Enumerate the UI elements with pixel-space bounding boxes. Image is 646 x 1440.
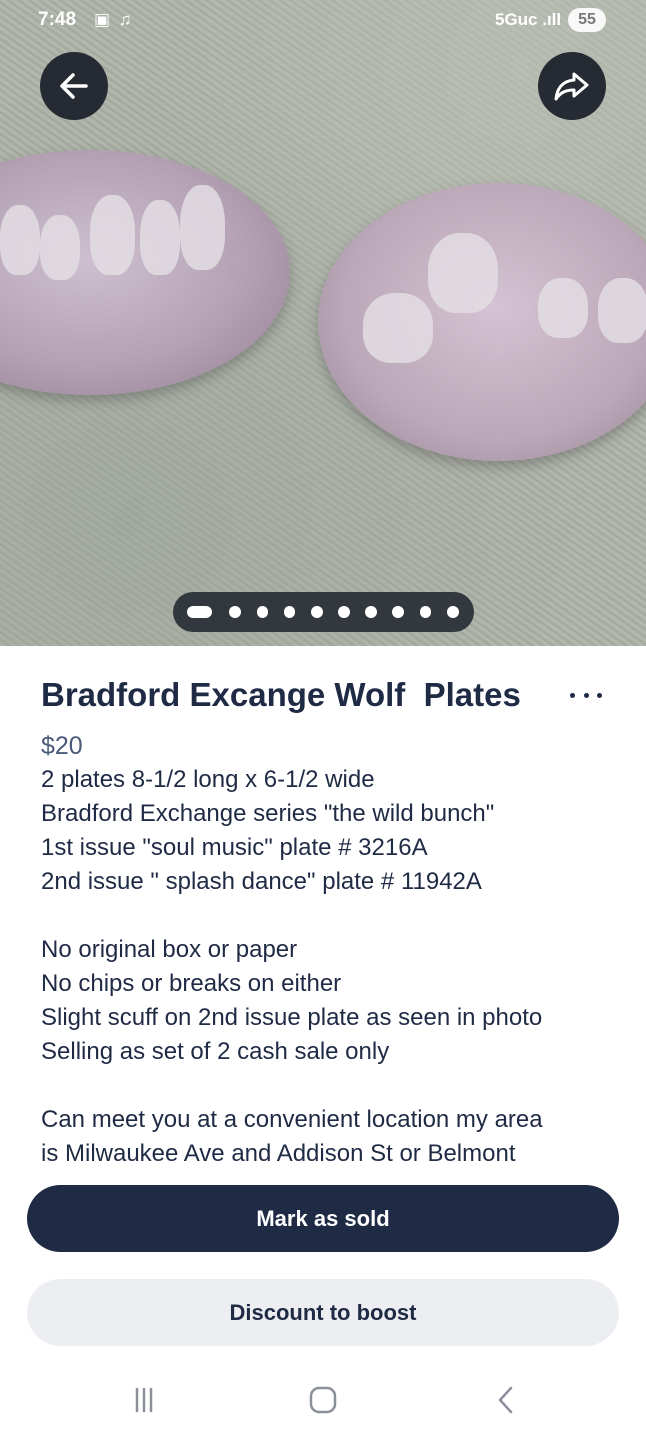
status-bar: 7:48 ▣ ♫ 5Guc .ıll 55 bbox=[0, 0, 646, 44]
photo-pager[interactable] bbox=[173, 592, 474, 632]
back-button[interactable] bbox=[40, 52, 108, 120]
network-indicator: 5Guc .ıll bbox=[495, 10, 562, 29]
pager-dot[interactable] bbox=[256, 606, 269, 618]
share-button[interactable] bbox=[538, 52, 606, 120]
pager-dot[interactable] bbox=[338, 606, 350, 618]
home-button[interactable] bbox=[303, 1382, 343, 1418]
system-nav-bar bbox=[0, 1360, 646, 1440]
arrow-left-icon bbox=[60, 73, 88, 99]
pager-dot[interactable] bbox=[392, 606, 405, 618]
description-line: No chips or breaks on either bbox=[41, 970, 342, 997]
description-line: 1st issue "soul music" plate # 3216A bbox=[41, 834, 428, 861]
listing-description: 2 plates 8-1/2 long x 6-1/2 wide Bradfor… bbox=[41, 763, 621, 1168]
description-line: is Milwaukee Ave and Addison St or Belmo… bbox=[41, 1140, 516, 1167]
description-line: Can meet you at a convenient location my… bbox=[41, 1106, 543, 1133]
chevron-left-icon bbox=[498, 1386, 513, 1414]
description-line: Bradford Exchange series "the wild bunch… bbox=[41, 800, 495, 827]
home-icon bbox=[309, 1386, 337, 1414]
notification-icons: ▣ ♫ bbox=[94, 10, 134, 29]
pager-dot[interactable] bbox=[446, 606, 459, 618]
system-back-button[interactable] bbox=[486, 1382, 526, 1418]
recents-button[interactable] bbox=[124, 1382, 164, 1418]
pager-dot[interactable] bbox=[229, 606, 242, 618]
description-line: 2 plates 8-1/2 long x 6-1/2 wide bbox=[41, 766, 375, 793]
description-line: Slight scuff on 2nd issue plate as seen … bbox=[41, 1004, 543, 1031]
more-horizontal-icon bbox=[570, 692, 575, 698]
discount-to-boost-button[interactable]: Discount to boost bbox=[27, 1279, 619, 1346]
battery-indicator: 55 bbox=[568, 8, 606, 32]
listing-title: Bradford Excange Wolf Plates bbox=[41, 676, 521, 713]
listing-price: $20 bbox=[41, 732, 83, 760]
description-line: No original box or paper bbox=[41, 936, 298, 963]
pager-dot[interactable] bbox=[310, 606, 323, 618]
pager-dot[interactable] bbox=[283, 606, 296, 618]
pager-dot[interactable] bbox=[365, 606, 377, 618]
recents-icon bbox=[135, 1387, 153, 1413]
pager-dot-active[interactable] bbox=[187, 606, 213, 618]
description-line: Selling as set of 2 cash sale only bbox=[41, 1038, 390, 1065]
more-options-button[interactable] bbox=[566, 680, 606, 710]
plate-image-right bbox=[318, 183, 646, 461]
share-icon bbox=[554, 72, 589, 101]
plate-image-left bbox=[0, 150, 290, 395]
pager-dot[interactable] bbox=[419, 606, 432, 618]
mark-as-sold-button[interactable]: Mark as sold bbox=[27, 1185, 619, 1252]
status-time: 7:48 bbox=[38, 9, 77, 30]
description-line: 2nd issue " splash dance" plate # 11942A bbox=[41, 868, 482, 895]
